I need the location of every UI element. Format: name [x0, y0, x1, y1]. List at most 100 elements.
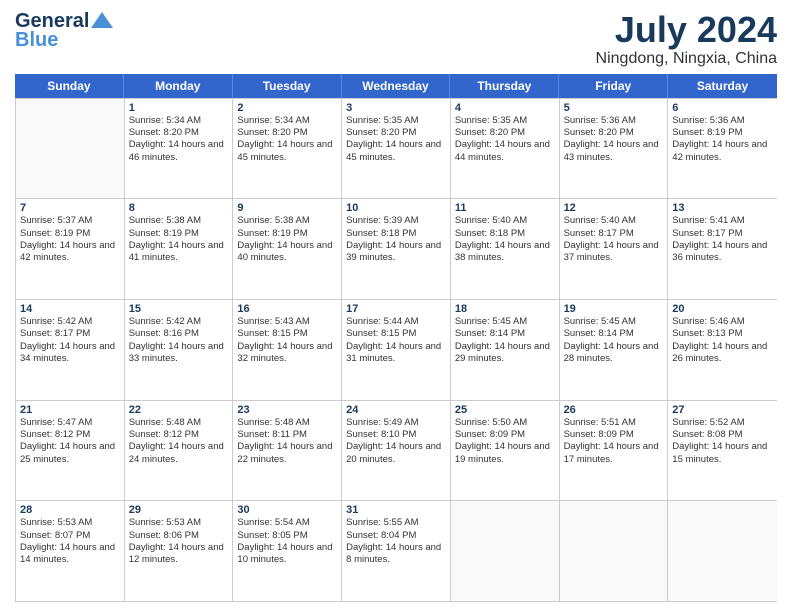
daylight-text: Daylight: 14 hours and 41 minutes.	[129, 240, 229, 265]
calendar-cell: 23Sunrise: 5:48 AMSunset: 8:11 PMDayligh…	[233, 401, 342, 501]
calendar-cell: 16Sunrise: 5:43 AMSunset: 8:15 PMDayligh…	[233, 300, 342, 400]
sunrise-text: Sunrise: 5:41 AM	[672, 215, 773, 227]
day-number: 24	[346, 404, 446, 416]
sunrise-text: Sunrise: 5:35 AM	[455, 115, 555, 127]
sunset-text: Sunset: 8:14 PM	[564, 328, 664, 340]
sunset-text: Sunset: 8:19 PM	[237, 228, 337, 240]
subtitle: Ningdong, Ningxia, China	[596, 50, 777, 68]
title-block: July 2024 Ningdong, Ningxia, China	[596, 10, 777, 68]
calendar-cell: 26Sunrise: 5:51 AMSunset: 8:09 PMDayligh…	[560, 401, 669, 501]
day-number: 17	[346, 303, 446, 315]
calendar-cell	[16, 99, 125, 199]
daylight-text: Daylight: 14 hours and 44 minutes.	[455, 139, 555, 164]
sunrise-text: Sunrise: 5:52 AM	[672, 417, 773, 429]
day-number: 28	[20, 504, 120, 516]
sunset-text: Sunset: 8:13 PM	[672, 328, 773, 340]
day-number: 22	[129, 404, 229, 416]
sunset-text: Sunset: 8:12 PM	[20, 429, 120, 441]
sunset-text: Sunset: 8:20 PM	[455, 127, 555, 139]
daylight-text: Daylight: 14 hours and 32 minutes.	[237, 341, 337, 366]
sunset-text: Sunset: 8:05 PM	[237, 530, 337, 542]
day-number: 30	[237, 504, 337, 516]
calendar-cell: 2Sunrise: 5:34 AMSunset: 8:20 PMDaylight…	[233, 99, 342, 199]
sunrise-text: Sunrise: 5:39 AM	[346, 215, 446, 227]
day-number: 31	[346, 504, 446, 516]
day-number: 15	[129, 303, 229, 315]
daylight-text: Daylight: 14 hours and 26 minutes.	[672, 341, 773, 366]
calendar-cell: 6Sunrise: 5:36 AMSunset: 8:19 PMDaylight…	[668, 99, 777, 199]
day-number: 16	[237, 303, 337, 315]
sunrise-text: Sunrise: 5:49 AM	[346, 417, 446, 429]
sunrise-text: Sunrise: 5:48 AM	[129, 417, 229, 429]
logo-blue: Blue	[15, 29, 58, 52]
daylight-text: Daylight: 14 hours and 8 minutes.	[346, 542, 446, 567]
sunset-text: Sunset: 8:17 PM	[20, 328, 120, 340]
sunset-text: Sunset: 8:15 PM	[346, 328, 446, 340]
day-number: 25	[455, 404, 555, 416]
sunrise-text: Sunrise: 5:53 AM	[20, 517, 120, 529]
header-friday: Friday	[559, 74, 668, 98]
sunrise-text: Sunrise: 5:36 AM	[564, 115, 664, 127]
page: General Blue July 2024 Ningdong, Ningxia…	[0, 0, 792, 612]
calendar-cell: 3Sunrise: 5:35 AMSunset: 8:20 PMDaylight…	[342, 99, 451, 199]
calendar-cell: 9Sunrise: 5:38 AMSunset: 8:19 PMDaylight…	[233, 199, 342, 299]
day-number: 26	[564, 404, 664, 416]
header-monday: Monday	[124, 74, 233, 98]
calendar-header: Sunday Monday Tuesday Wednesday Thursday…	[15, 74, 777, 98]
header-wednesday: Wednesday	[342, 74, 451, 98]
calendar-cell: 15Sunrise: 5:42 AMSunset: 8:16 PMDayligh…	[125, 300, 234, 400]
sunrise-text: Sunrise: 5:40 AM	[564, 215, 664, 227]
calendar-cell: 10Sunrise: 5:39 AMSunset: 8:18 PMDayligh…	[342, 199, 451, 299]
calendar-row-1: 1Sunrise: 5:34 AMSunset: 8:20 PMDaylight…	[16, 99, 777, 200]
calendar-cell: 29Sunrise: 5:53 AMSunset: 8:06 PMDayligh…	[125, 501, 234, 601]
sunrise-text: Sunrise: 5:51 AM	[564, 417, 664, 429]
header: General Blue July 2024 Ningdong, Ningxia…	[15, 10, 777, 68]
daylight-text: Daylight: 14 hours and 12 minutes.	[129, 542, 229, 567]
sunset-text: Sunset: 8:06 PM	[129, 530, 229, 542]
main-title: July 2024	[596, 10, 777, 50]
calendar-cell: 30Sunrise: 5:54 AMSunset: 8:05 PMDayligh…	[233, 501, 342, 601]
daylight-text: Daylight: 14 hours and 15 minutes.	[672, 441, 773, 466]
sunrise-text: Sunrise: 5:55 AM	[346, 517, 446, 529]
header-sunday: Sunday	[15, 74, 124, 98]
sunset-text: Sunset: 8:04 PM	[346, 530, 446, 542]
sunset-text: Sunset: 8:18 PM	[346, 228, 446, 240]
daylight-text: Daylight: 14 hours and 36 minutes.	[672, 240, 773, 265]
daylight-text: Daylight: 14 hours and 22 minutes.	[237, 441, 337, 466]
sunrise-text: Sunrise: 5:50 AM	[455, 417, 555, 429]
day-number: 18	[455, 303, 555, 315]
sunset-text: Sunset: 8:07 PM	[20, 530, 120, 542]
sunrise-text: Sunrise: 5:42 AM	[20, 316, 120, 328]
calendar-body: 1Sunrise: 5:34 AMSunset: 8:20 PMDaylight…	[15, 98, 777, 602]
calendar-cell: 28Sunrise: 5:53 AMSunset: 8:07 PMDayligh…	[16, 501, 125, 601]
day-number: 4	[455, 102, 555, 114]
sunset-text: Sunset: 8:20 PM	[346, 127, 446, 139]
sunset-text: Sunset: 8:17 PM	[672, 228, 773, 240]
day-number: 3	[346, 102, 446, 114]
day-number: 8	[129, 202, 229, 214]
daylight-text: Daylight: 14 hours and 28 minutes.	[564, 341, 664, 366]
day-number: 7	[20, 202, 120, 214]
daylight-text: Daylight: 14 hours and 43 minutes.	[564, 139, 664, 164]
calendar: Sunday Monday Tuesday Wednesday Thursday…	[15, 74, 777, 602]
logo: General Blue	[15, 10, 113, 52]
sunrise-text: Sunrise: 5:37 AM	[20, 215, 120, 227]
daylight-text: Daylight: 14 hours and 46 minutes.	[129, 139, 229, 164]
day-number: 10	[346, 202, 446, 214]
daylight-text: Daylight: 14 hours and 29 minutes.	[455, 341, 555, 366]
daylight-text: Daylight: 14 hours and 42 minutes.	[672, 139, 773, 164]
day-number: 9	[237, 202, 337, 214]
calendar-cell: 21Sunrise: 5:47 AMSunset: 8:12 PMDayligh…	[16, 401, 125, 501]
sunset-text: Sunset: 8:19 PM	[20, 228, 120, 240]
header-tuesday: Tuesday	[233, 74, 342, 98]
sunset-text: Sunset: 8:16 PM	[129, 328, 229, 340]
sunrise-text: Sunrise: 5:36 AM	[672, 115, 773, 127]
sunrise-text: Sunrise: 5:43 AM	[237, 316, 337, 328]
sunset-text: Sunset: 8:08 PM	[672, 429, 773, 441]
calendar-cell	[560, 501, 669, 601]
sunset-text: Sunset: 8:20 PM	[129, 127, 229, 139]
calendar-cell: 8Sunrise: 5:38 AMSunset: 8:19 PMDaylight…	[125, 199, 234, 299]
sunrise-text: Sunrise: 5:48 AM	[237, 417, 337, 429]
calendar-cell	[451, 501, 560, 601]
sunrise-text: Sunrise: 5:47 AM	[20, 417, 120, 429]
